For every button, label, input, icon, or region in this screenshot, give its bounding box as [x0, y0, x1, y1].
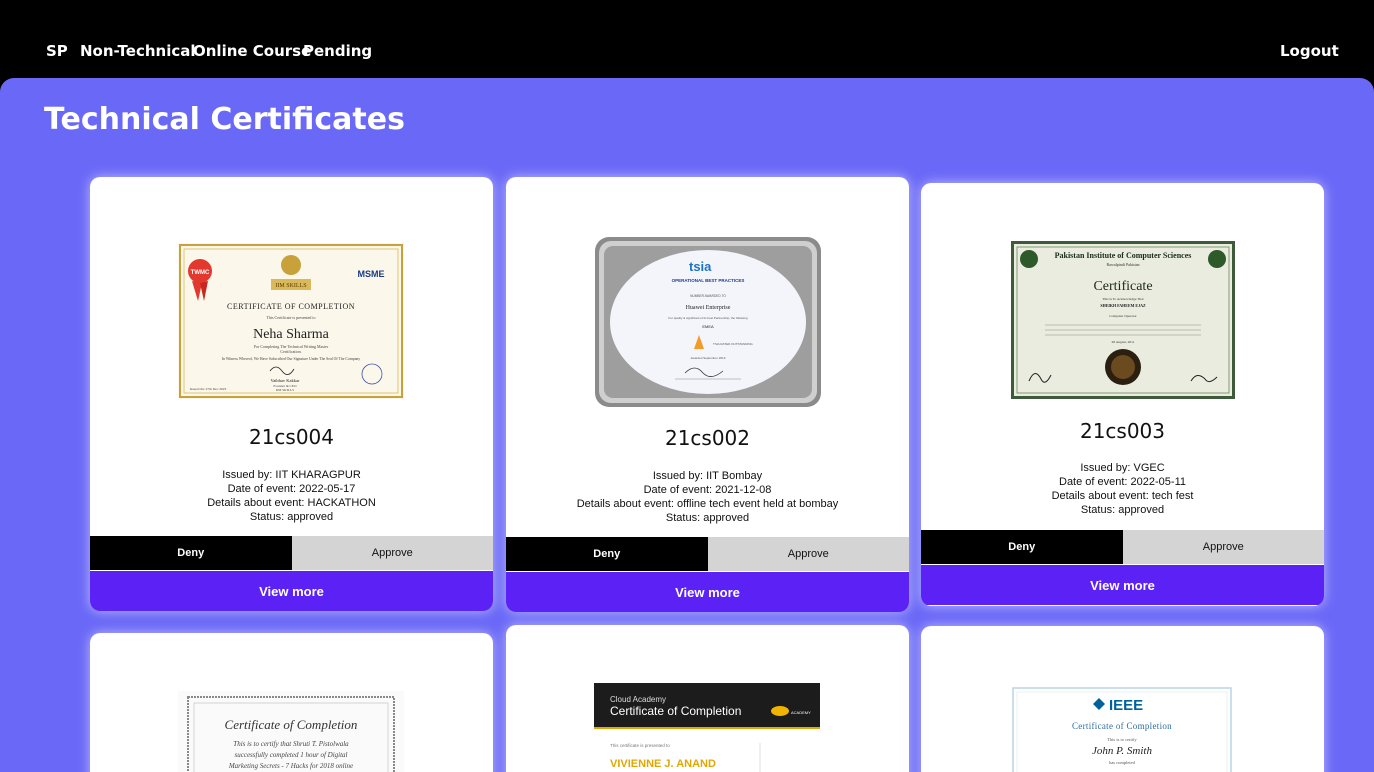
deny-button[interactable]: Deny — [921, 530, 1123, 564]
svg-text:Computer Operator: Computer Operator — [1109, 314, 1137, 318]
svg-text:Pakistan Institute of Computer: Pakistan Institute of Computer Sciences — [1055, 251, 1192, 260]
svg-text:SHEIKH FAHEEM EJAZ: SHEIKH FAHEEM EJAZ — [1100, 303, 1146, 308]
svg-text:VIVIENNE J. ANAND: VIVIENNE J. ANAND — [610, 758, 716, 770]
approve-button[interactable]: Approve — [291, 536, 493, 570]
svg-text:Awarded September 2019: Awarded September 2019 — [691, 356, 726, 360]
svg-text:Huawei Enterprise: Huawei Enterprise — [686, 305, 731, 311]
certificate-details: Issued by: IIT KHARAGPUR Date of event: … — [90, 468, 493, 524]
svg-text:TWMC: TWMC — [191, 270, 210, 276]
svg-text:CERTIFICATE OF COMPLETION: CERTIFICATE OF COMPLETION — [227, 302, 355, 311]
certificate-details: Issued by: IIT Bombay Date of event: 202… — [506, 469, 909, 525]
issued-by: Issued by: VGEC — [1080, 462, 1165, 474]
nav-link-sp[interactable]: SP — [46, 42, 68, 60]
action-row: Deny Approve — [921, 530, 1324, 564]
certificate-card: Pakistan Institute of Computer Sciences … — [921, 183, 1324, 606]
certificate-image[interactable]: Certificate of Completion This is to cer… — [178, 691, 404, 772]
svg-text:Certificate of Completion: Certificate of Completion — [610, 704, 741, 718]
svg-text:EMEA: EMEA — [702, 324, 714, 329]
page-title: Technical Certificates — [44, 102, 405, 137]
svg-text:Vaibhav Kakkar: Vaibhav Kakkar — [270, 378, 300, 383]
certificate-image[interactable]: Cloud Academy Certificate of Completion … — [594, 683, 820, 772]
certificate-card: TWMC IIM SKILLS MSME CERTIFICATE OF COMP… — [90, 177, 493, 611]
svg-text:This certificate is presented: This certificate is presented to — [610, 743, 670, 748]
action-row: Deny Approve — [90, 536, 493, 570]
svg-text:IIM SKILLS: IIM SKILLS — [275, 283, 306, 289]
deny-button[interactable]: Deny — [90, 536, 292, 570]
svg-text:TSIA RATED OUTSTANDING: TSIA RATED OUTSTANDING — [713, 342, 753, 346]
svg-text:For quality & significant of i: For quality & significant of its best Pa… — [668, 316, 748, 320]
svg-text:tsia: tsia — [689, 259, 712, 274]
certificate-image[interactable]: IEEE Certificate of Completion This is t… — [1009, 684, 1235, 772]
nav-link-pending[interactable]: Pending — [303, 42, 372, 60]
certificate-image[interactable]: TWMC IIM SKILLS MSME CERTIFICATE OF COMP… — [178, 243, 404, 399]
certificate-image[interactable]: Pakistan Institute of Computer Sciences … — [1011, 241, 1235, 399]
svg-text:John P. Smith: John P. Smith — [1092, 745, 1152, 757]
certificate-card: Certificate of Completion This is to cer… — [90, 633, 493, 772]
svg-text:Rawalpindi Pakistan: Rawalpindi Pakistan — [1107, 262, 1140, 267]
svg-text:Certificate of Completion: Certificate of Completion — [225, 717, 358, 732]
deny-button[interactable]: Deny — [506, 537, 708, 571]
certificate-id: 21cs002 — [664, 426, 751, 450]
certificate-id: 21cs003 — [1079, 419, 1166, 443]
svg-text:MSME: MSME — [358, 269, 385, 279]
event-details: Details about event: offline tech event … — [576, 498, 839, 510]
status-text: Status: approved — [249, 511, 334, 523]
event-date: Date of event: 2022-05-11 — [1059, 476, 1186, 488]
event-date: Date of event: 2022-05-17 — [227, 483, 356, 495]
nav-link-non-technical[interactable]: Non-Technical — [80, 42, 196, 60]
svg-text:This is to certify that Shruti: This is to certify that Shruti T. Pistol… — [233, 740, 349, 748]
svg-text:IEEE: IEEE — [1109, 697, 1143, 714]
svg-text:This is To Acknowledge That: This is To Acknowledge That — [1102, 297, 1143, 301]
view-more-button[interactable]: View more — [90, 571, 493, 611]
status-text: Status: approved — [1080, 504, 1165, 516]
svg-text:Neha Sharma: Neha Sharma — [253, 327, 330, 342]
certificate-card: tsia OPERATIONAL BEST PRACTICES NUMBER A… — [506, 177, 909, 612]
certificate-card: IEEE Certificate of Completion This is t… — [921, 626, 1324, 772]
svg-text:Issued On: 27th Dec 2023: Issued On: 27th Dec 2023 — [190, 387, 227, 391]
main-panel: Technical Certificates TWMC IIM SKILLS M… — [0, 78, 1374, 772]
event-date: Date of event: 2021-12-08 — [643, 484, 772, 496]
issued-by: Issued by: IIT KHARAGPUR — [222, 469, 361, 481]
status-text: Status: approved — [665, 512, 750, 524]
event-details: Details about event: HACKATHON — [207, 497, 376, 509]
svg-text:IIM SKILLS: IIM SKILLS — [276, 388, 294, 392]
svg-text:Certification.: Certification. — [280, 349, 301, 354]
svg-text:has completed: has completed — [1109, 760, 1136, 765]
svg-text:ACADEMY: ACADEMY — [791, 710, 811, 715]
svg-text:Certificate of Completion: Certificate of Completion — [1072, 721, 1172, 731]
approve-button[interactable]: Approve — [707, 537, 909, 571]
svg-text:OPERATIONAL BEST PRACTICES: OPERATIONAL BEST PRACTICES — [672, 278, 745, 283]
approve-button[interactable]: Approve — [1122, 530, 1324, 564]
certificate-id: 21cs004 — [248, 425, 335, 449]
svg-text:Certificate: Certificate — [1093, 279, 1152, 294]
svg-text:Cloud Academy: Cloud Academy — [610, 695, 666, 704]
svg-text:Marketing Secrets - 7 Hacks fo: Marketing Secrets - 7 Hacks for 2018 onl… — [228, 762, 353, 770]
logout-link[interactable]: Logout — [1280, 42, 1339, 60]
svg-text:This Certificate is presented: This Certificate is presented to — [266, 315, 315, 320]
certificate-image[interactable]: tsia OPERATIONAL BEST PRACTICES NUMBER A… — [595, 237, 821, 407]
event-details: Details about event: tech fest — [1051, 490, 1194, 502]
svg-text:NUMBER AWARDED TO: NUMBER AWARDED TO — [690, 294, 726, 298]
certificate-details: Issued by: VGEC Date of event: 2022-05-1… — [921, 461, 1324, 517]
action-row: Deny Approve — [506, 537, 909, 571]
top-nav: SP Non-Technical Online Course Pending L… — [0, 0, 1374, 78]
svg-text:successfully completed 1 hour: successfully completed 1 hour of Digital — [235, 751, 348, 759]
svg-text:This is to certify: This is to certify — [1107, 737, 1137, 742]
nav-link-online-course[interactable]: Online Course — [193, 42, 311, 60]
view-more-button[interactable]: View more — [921, 565, 1324, 605]
certificate-card: Cloud Academy Certificate of Completion … — [506, 625, 909, 772]
issued-by: Issued by: IIT Bombay — [652, 470, 763, 482]
view-more-button[interactable]: View more — [506, 572, 909, 612]
